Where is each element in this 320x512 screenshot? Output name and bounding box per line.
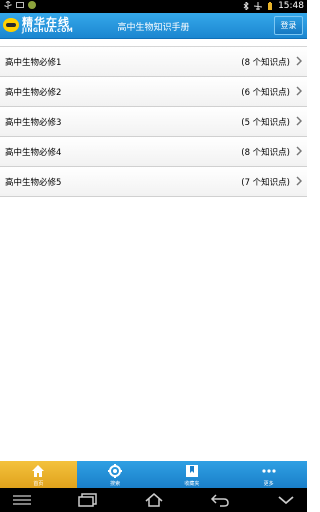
list-item[interactable]: 高中生物必修2 (6 个知识点) <box>0 77 307 107</box>
topic-count: (5 个知识点) <box>241 118 290 128</box>
screen-icon <box>16 2 24 8</box>
tab-label: 搜索 <box>110 481 121 487</box>
hide-keyboard-icon[interactable] <box>12 493 32 507</box>
tab-label: 首页 <box>33 481 44 487</box>
home-icon <box>32 465 45 477</box>
airplane-icon <box>254 2 263 10</box>
module-name: 高中生物必修4 <box>5 148 62 158</box>
menu-collapse-icon[interactable] <box>276 493 296 507</box>
list-item[interactable]: 高中生物必修3 (5 个知识点) <box>0 107 307 137</box>
list-item[interactable]: 高中生物必修5 (7 个知识点) <box>0 167 307 197</box>
chevron-right-icon <box>296 56 302 66</box>
topic-count: (6 个知识点) <box>241 88 290 98</box>
tab-label: 收藏夹 <box>184 481 200 487</box>
module-name: 高中生物必修3 <box>5 118 62 128</box>
module-name: 高中生物必修1 <box>5 58 62 68</box>
chevron-right-icon <box>296 146 302 156</box>
clock: 15:48 <box>278 1 304 11</box>
gear-icon <box>108 464 123 478</box>
battery-icon <box>268 2 273 10</box>
status-bar: 15:48 <box>0 0 307 13</box>
app-header: 精华在线 JINGHUA.cOM 高中生物知识手册 登录 <box>0 13 307 39</box>
bottom-tab-bar: 首页 搜索 收藏夹 更多 <box>0 461 307 488</box>
tab-more[interactable]: 更多 <box>230 461 307 488</box>
list-item[interactable]: 高中生物必修1 (8 个知识点) <box>0 47 307 77</box>
tab-home[interactable]: 首页 <box>0 461 77 488</box>
tab-label: 更多 <box>263 481 274 487</box>
chevron-right-icon <box>296 116 302 126</box>
more-icon <box>262 469 276 473</box>
tab-favorites[interactable]: 收藏夹 <box>154 461 231 488</box>
system-nav-bar <box>0 488 307 512</box>
login-button[interactable]: 登录 <box>274 16 303 35</box>
module-list: 高中生物必修1 (8 个知识点) 高中生物必修2 (6 个知识点) 高中生物必修… <box>0 46 307 197</box>
tab-search[interactable]: 搜索 <box>77 461 154 488</box>
app-notification-icon <box>28 1 36 9</box>
chevron-right-icon <box>296 176 302 186</box>
module-name: 高中生物必修2 <box>5 88 62 98</box>
list-item[interactable]: 高中生物必修4 (8 个知识点) <box>0 137 307 167</box>
home-nav-icon[interactable] <box>144 493 164 507</box>
back-icon[interactable] <box>210 493 230 507</box>
bookmark-icon <box>185 465 198 477</box>
usb-icon <box>4 1 12 9</box>
module-name: 高中生物必修5 <box>5 178 62 188</box>
chevron-right-icon <box>296 86 302 96</box>
page-title: 高中生物知识手册 <box>117 23 190 33</box>
bluetooth-icon <box>243 2 249 10</box>
topic-count: (7 个知识点) <box>241 178 290 188</box>
topic-count: (8 个知识点) <box>241 58 290 68</box>
topic-count: (8 个知识点) <box>241 148 290 158</box>
recent-apps-icon[interactable] <box>78 493 98 507</box>
